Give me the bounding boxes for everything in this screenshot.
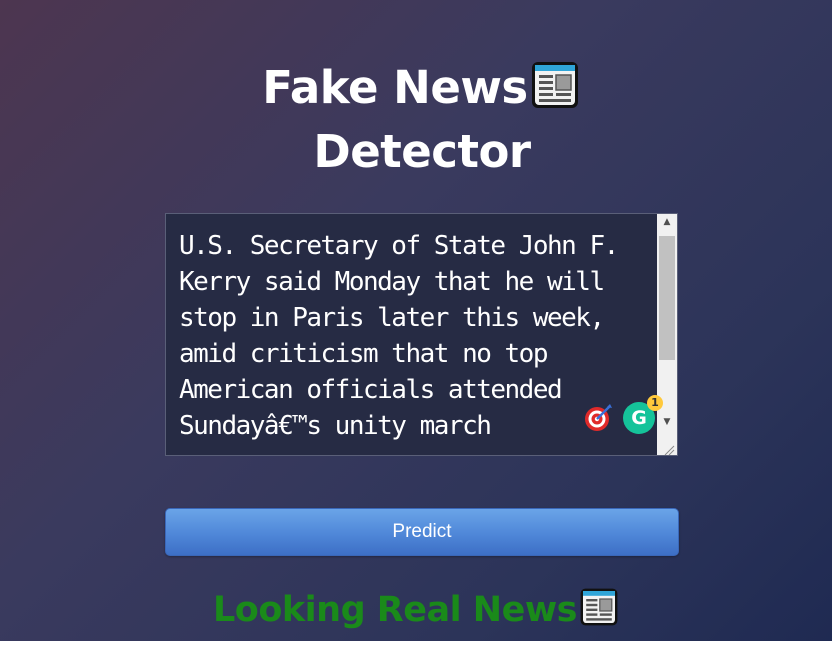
grammarly-count-badge: 1 — [647, 395, 663, 411]
result-text: Looking Real News — [212, 590, 578, 630]
app-background: Fake News Detector U.S. Secretary of Sta… — [0, 0, 832, 641]
scroll-up-arrow-icon[interactable]: ▲ — [657, 214, 677, 231]
newspaper-icon — [530, 60, 580, 110]
scroll-down-arrow-icon[interactable]: ▼ — [657, 414, 677, 431]
prediction-result: Looking Real News — [0, 582, 832, 638]
result-newspaper-icon — [579, 587, 619, 627]
title-line-2: Detector — [313, 125, 531, 178]
predict-button[interactable]: Predict — [165, 508, 679, 556]
scroll-thumb[interactable] — [659, 236, 675, 360]
resize-grip-icon[interactable] — [663, 441, 675, 455]
grammarly-letter: G — [631, 407, 647, 429]
target-icon[interactable] — [583, 403, 613, 433]
page-title: Fake News Detector — [0, 0, 832, 184]
textbox-scrollbar[interactable]: ▲ ▼ — [657, 214, 677, 455]
grammarly-icon[interactable]: G 1 — [623, 395, 663, 434]
title-line-1: Fake News — [262, 61, 528, 114]
